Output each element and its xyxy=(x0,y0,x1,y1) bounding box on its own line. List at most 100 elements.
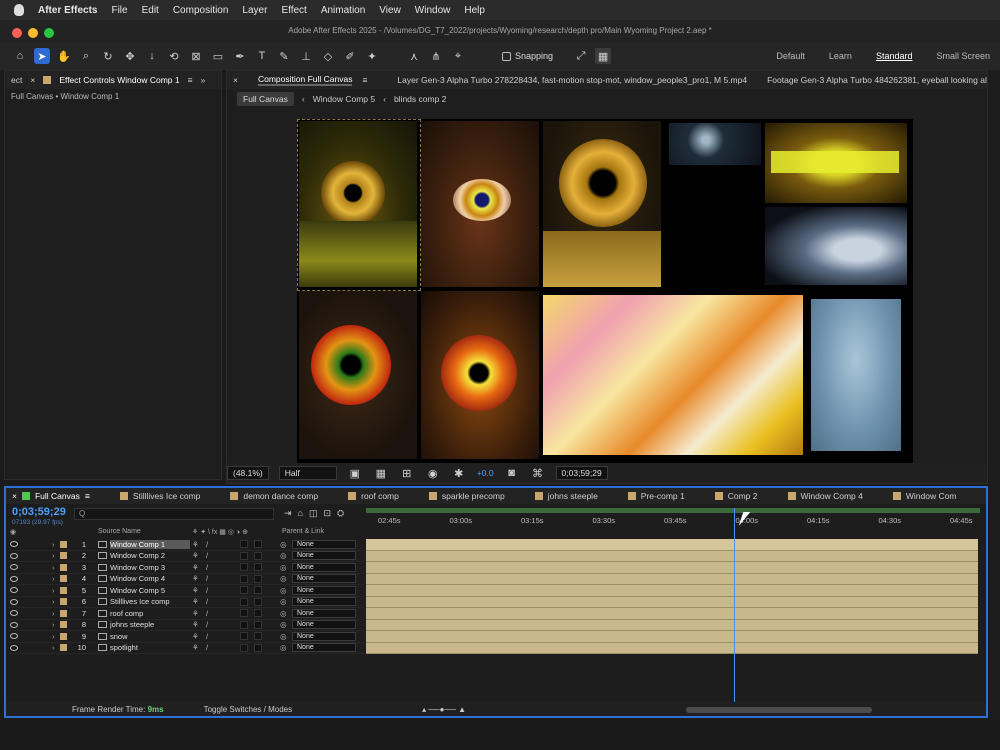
eye-footage-tile[interactable] xyxy=(421,291,539,459)
visibility-eye-icon[interactable] xyxy=(10,552,18,559)
selection-bounding-box[interactable] xyxy=(297,119,421,291)
switch-box[interactable] xyxy=(254,574,262,583)
label-color-swatch[interactable] xyxy=(60,563,67,571)
pickwhip-icon[interactable]: ◎ xyxy=(280,551,287,560)
rotate-tool-icon[interactable]: ⟲ xyxy=(166,48,182,64)
tab-composition[interactable]: Composition Full Canvas xyxy=(257,74,353,86)
label-color-swatch[interactable] xyxy=(60,621,67,629)
axis-world-icon[interactable]: ⋔ xyxy=(428,48,444,64)
work-area-bar[interactable] xyxy=(366,508,980,513)
expand-chevron-icon[interactable]: › xyxy=(52,551,55,560)
pickwhip-icon[interactable]: ◎ xyxy=(280,620,287,629)
eye-footage-tile[interactable] xyxy=(421,121,539,287)
expand-chevron-icon[interactable]: › xyxy=(52,609,55,618)
parent-dropdown[interactable]: None xyxy=(292,574,356,584)
workspace-small-screen[interactable]: Small Screen xyxy=(936,51,990,61)
close-icon[interactable]: × xyxy=(30,75,35,85)
label-color-swatch[interactable] xyxy=(60,575,67,583)
expand-chevron-icon[interactable]: › xyxy=(52,597,55,606)
playhead[interactable] xyxy=(734,508,736,716)
tab-effect-controls[interactable]: Effect Controls Window Comp 1 xyxy=(59,75,179,85)
layer-row[interactable]: › 7 roof comp ⚘ / ◎ None xyxy=(8,608,364,620)
layer-row[interactable]: › 1 Window Comp 1 ⚘ / ◎ None xyxy=(8,539,364,551)
layer-duration-bar[interactable] xyxy=(366,642,978,654)
layer-duration-bar[interactable] xyxy=(366,562,978,574)
dolly-camera-icon[interactable]: ↓ xyxy=(144,48,160,64)
breadcrumb-item[interactable]: blinds comp 2 xyxy=(394,94,446,104)
layer-duration-bar[interactable] xyxy=(366,619,978,631)
hand-tool-icon[interactable]: ✋ xyxy=(56,48,72,64)
axis-view-icon[interactable]: ⌖ xyxy=(450,48,466,64)
layer-name[interactable]: Window Comp 3 xyxy=(110,563,190,572)
draft-3d-icon[interactable]: ⛭ xyxy=(337,508,344,519)
current-time-display[interactable]: 0;03;59;29 xyxy=(12,506,66,518)
layer-search-input[interactable]: Q xyxy=(74,508,274,520)
pickwhip-icon[interactable]: ◎ xyxy=(280,597,287,606)
layer-name[interactable]: spotlight xyxy=(110,643,190,652)
layer-duration-bar[interactable] xyxy=(366,539,978,551)
project-tab-fragment[interactable]: ect xyxy=(11,75,22,85)
layer-duration-bar[interactable] xyxy=(366,573,978,585)
tab-roof-comp[interactable]: roof comp xyxy=(348,491,399,501)
layer-duration-bar[interactable] xyxy=(366,585,978,597)
roto-brush-icon[interactable]: ✐ xyxy=(342,48,358,64)
show-snapshot-icon[interactable]: ⌘ xyxy=(530,465,546,481)
tab-window-comp-4[interactable]: Window Comp 4 xyxy=(787,491,863,501)
switch-box[interactable] xyxy=(254,540,262,549)
time-ruler[interactable]: 02:45s 03:00s 03:15s 03:30s 03:45s 04:00s 04:1… xyxy=(366,506,980,536)
toggle-switches-modes[interactable]: Toggle Switches / Modes xyxy=(204,705,293,714)
layer-duration-bar[interactable] xyxy=(366,608,978,620)
breadcrumb-item[interactable]: Window Comp 5 xyxy=(313,94,375,104)
color-channels-icon[interactable]: ◉ xyxy=(425,465,441,481)
layer-name[interactable]: Window Comp 2 xyxy=(110,551,190,560)
menu-view[interactable]: View xyxy=(379,5,401,16)
menu-help[interactable]: Help xyxy=(464,5,485,16)
zoom-dropdown[interactable]: (48.1%) xyxy=(227,466,269,480)
close-window-button[interactable] xyxy=(12,28,22,38)
quality-switch-icon[interactable]: / xyxy=(206,540,208,549)
label-color-swatch[interactable] xyxy=(60,632,67,640)
panel-overflow-icon[interactable]: » xyxy=(201,75,206,85)
layer-duration-bar[interactable] xyxy=(366,550,978,562)
shy-switch-icon[interactable]: ⚘ xyxy=(192,574,199,583)
shy-switch-icon[interactable]: ⚘ xyxy=(192,563,199,572)
layer-name[interactable]: Window Comp 1 xyxy=(110,539,190,549)
visibility-eye-icon[interactable] xyxy=(10,575,18,582)
close-icon[interactable]: × xyxy=(233,75,238,85)
close-icon[interactable]: × xyxy=(12,491,17,501)
smoke-footage-tile[interactable] xyxy=(765,207,907,285)
workspace-standard[interactable]: Standard xyxy=(876,51,913,61)
label-color-swatch[interactable] xyxy=(60,540,67,548)
pen-tool-icon[interactable]: ✒ xyxy=(232,48,248,64)
shy-switch-icon[interactable]: ⚘ xyxy=(192,540,199,549)
parent-dropdown[interactable]: None xyxy=(292,562,356,572)
switch-box[interactable] xyxy=(254,632,262,641)
layer-name[interactable]: johns steeple xyxy=(110,620,190,629)
layer-row[interactable]: › 8 johns steeple ⚘ / ◎ None xyxy=(8,620,364,631)
panel-menu-icon[interactable]: ≡ xyxy=(362,75,367,85)
parent-dropdown[interactable]: None xyxy=(292,551,356,561)
menu-effect[interactable]: Effect xyxy=(281,5,306,16)
panel-menu-icon[interactable]: ≡ xyxy=(85,491,90,501)
parent-dropdown[interactable]: None xyxy=(292,608,356,618)
visibility-eye-icon[interactable] xyxy=(10,598,18,605)
visibility-eye-icon[interactable] xyxy=(10,644,18,651)
rectangle-tool-icon[interactable]: ▭ xyxy=(210,48,226,64)
menu-edit[interactable]: Edit xyxy=(142,5,159,16)
shy-switch-icon[interactable]: ⚘ xyxy=(192,632,199,641)
workspace-default[interactable]: Default xyxy=(776,51,805,61)
switch-box[interactable] xyxy=(240,563,248,572)
shy-switch-icon[interactable]: ⚘ xyxy=(192,620,199,629)
menu-animation[interactable]: Animation xyxy=(321,5,365,16)
breadcrumb-item[interactable]: Full Canvas xyxy=(237,92,294,106)
layer-row[interactable]: › 5 Window Comp 5 ⚘ / ◎ None xyxy=(8,585,364,597)
shy-switch-icon[interactable]: ⚘ xyxy=(192,643,199,652)
tab-johns-steeple[interactable]: johns steeple xyxy=(534,491,598,501)
panel-menu-icon[interactable]: ≡ xyxy=(188,75,193,85)
parent-dropdown[interactable]: None xyxy=(292,643,356,653)
resolution-dropdown[interactable]: Half xyxy=(278,466,337,480)
layer-name[interactable]: Stilllives Ice comp xyxy=(110,597,190,606)
parent-dropdown[interactable]: None xyxy=(292,585,356,595)
tab-demon-dance[interactable]: demon dance comp xyxy=(230,491,318,501)
shy-switch-icon[interactable]: ⚘ xyxy=(192,609,199,618)
